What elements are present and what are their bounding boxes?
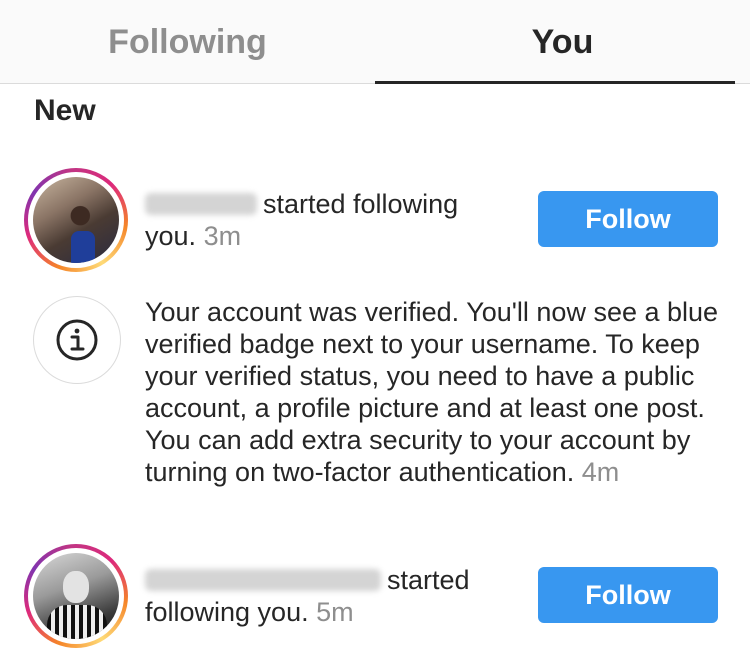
- notification-time: 3m: [203, 221, 242, 251]
- notification-row[interactable]: started following you. 3m Follow: [0, 164, 750, 276]
- active-tab-indicator: [375, 81, 735, 84]
- user-avatar: [33, 177, 119, 263]
- notification-message: Your account was verified. You'll now se…: [145, 297, 719, 487]
- tab-following[interactable]: Following: [0, 0, 375, 84]
- follow-button[interactable]: Follow: [538, 191, 718, 247]
- tab-bar: Following You: [0, 0, 750, 84]
- notification-time: 5m: [316, 597, 354, 627]
- username-redacted[interactable]: [145, 193, 257, 215]
- story-ring[interactable]: [24, 168, 128, 272]
- follow-button[interactable]: Follow: [538, 567, 718, 623]
- username-redacted[interactable]: [145, 569, 381, 591]
- info-icon: [56, 319, 98, 361]
- notification-text: Your account was verified. You'll now se…: [145, 296, 735, 488]
- notification-row[interactable]: Your account was verified. You'll now se…: [0, 288, 750, 520]
- story-ring[interactable]: [24, 544, 128, 648]
- notification-row[interactable]: started following you. 5m Follow: [0, 540, 750, 652]
- notification-text: started following you. 3m: [145, 188, 495, 252]
- tab-you[interactable]: You: [375, 0, 750, 84]
- user-avatar: [33, 553, 119, 639]
- notification-text: started following you. 5m: [145, 564, 505, 628]
- info-icon-circle: [33, 296, 121, 384]
- section-title-new: New: [34, 94, 96, 127]
- notification-time: 4m: [581, 457, 620, 487]
